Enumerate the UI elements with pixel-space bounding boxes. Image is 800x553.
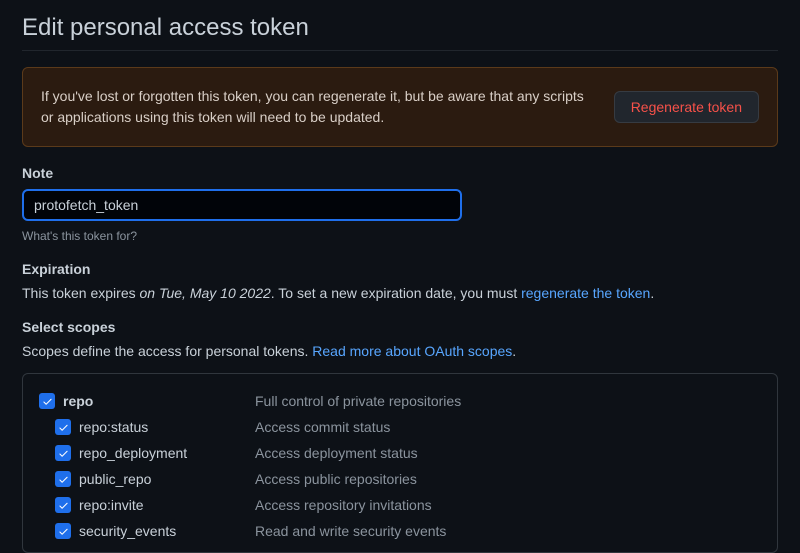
- scope-label[interactable]: repo: [63, 393, 93, 409]
- scope-description: Read and write security events: [255, 523, 446, 539]
- scopes-section: Select scopes Scopes define the access f…: [22, 319, 778, 553]
- scope-label[interactable]: repo:status: [79, 419, 148, 435]
- note-label: Note: [22, 165, 778, 181]
- scope-name-col: repo:status: [39, 419, 255, 435]
- scope-name-col: public_repo: [39, 471, 255, 487]
- scope-description: Access deployment status: [255, 445, 418, 461]
- alert-text: If you've lost or forgotten this token, …: [41, 86, 594, 128]
- scope-name-col: repo_deployment: [39, 445, 255, 461]
- scope-label[interactable]: security_events: [79, 523, 176, 539]
- scope-row-security-events: security_events Read and write security e…: [39, 518, 761, 544]
- scopes-desc-prefix: Scopes define the access for personal to…: [22, 343, 312, 359]
- expiration-prefix: This token expires: [22, 285, 140, 301]
- regenerate-alert: If you've lost or forgotten this token, …: [22, 67, 778, 147]
- scope-name-col: security_events: [39, 523, 255, 539]
- scope-description: Full control of private repositories: [255, 393, 461, 409]
- oauth-scopes-link[interactable]: Read more about OAuth scopes: [312, 343, 512, 359]
- note-input[interactable]: [22, 189, 462, 221]
- regenerate-token-link[interactable]: regenerate the token: [521, 285, 650, 301]
- scope-checkbox[interactable]: [39, 393, 55, 409]
- scope-checkbox[interactable]: [55, 471, 71, 487]
- scope-name-col: repo:invite: [39, 497, 255, 513]
- scopes-label: Select scopes: [22, 319, 778, 335]
- note-section: Note What's this token for?: [22, 165, 778, 243]
- scope-row-repo-invite: repo:invite Access repository invitations: [39, 492, 761, 518]
- scope-checkbox[interactable]: [55, 523, 71, 539]
- scope-checkbox[interactable]: [55, 497, 71, 513]
- scope-row-repo: repo Full control of private repositories: [39, 388, 761, 414]
- expiration-label: Expiration: [22, 261, 778, 277]
- scope-description: Access repository invitations: [255, 497, 432, 513]
- scope-description: Access commit status: [255, 419, 390, 435]
- regenerate-token-button[interactable]: Regenerate token: [614, 91, 759, 123]
- scope-checkbox[interactable]: [55, 445, 71, 461]
- scope-name-col: repo: [39, 393, 255, 409]
- scope-row-public-repo: public_repo Access public repositories: [39, 466, 761, 492]
- expiration-text: This token expires on Tue, May 10 2022. …: [22, 285, 778, 301]
- expiration-date: on Tue, May 10 2022: [140, 285, 271, 301]
- scopes-box: repo Full control of private repositories…: [22, 373, 778, 553]
- expiration-section: Expiration This token expires on Tue, Ma…: [22, 261, 778, 301]
- scope-row-repo-deployment: repo_deployment Access deployment status: [39, 440, 761, 466]
- expiration-suffix: . To set a new expiration date, you must: [271, 285, 521, 301]
- scope-label[interactable]: public_repo: [79, 471, 151, 487]
- scopes-desc-tail: .: [512, 343, 516, 359]
- scopes-description: Scopes define the access for personal to…: [22, 343, 778, 359]
- page-title: Edit personal access token: [22, 0, 778, 51]
- expiration-tail: .: [650, 285, 654, 301]
- scope-checkbox[interactable]: [55, 419, 71, 435]
- note-hint: What's this token for?: [22, 229, 778, 243]
- scope-label[interactable]: repo_deployment: [79, 445, 187, 461]
- scope-label[interactable]: repo:invite: [79, 497, 144, 513]
- scope-row-repo-status: repo:status Access commit status: [39, 414, 761, 440]
- scope-description: Access public repositories: [255, 471, 417, 487]
